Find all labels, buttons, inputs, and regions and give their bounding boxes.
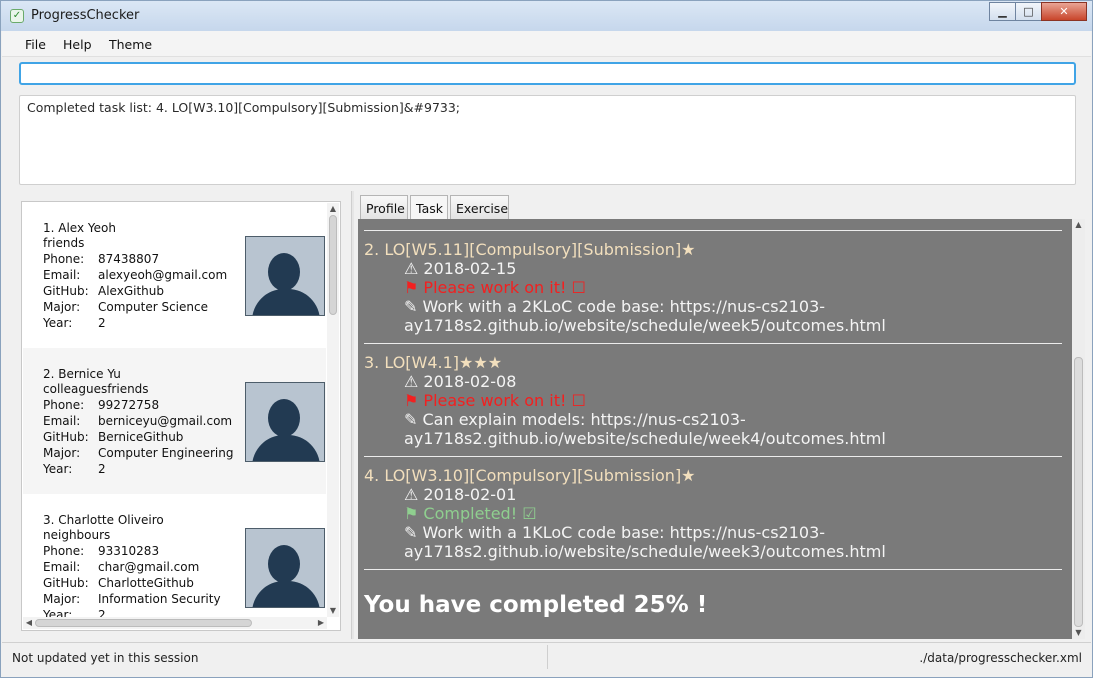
major-label: Major: (43, 300, 81, 314)
window-controls: ▁ □ ✕ (989, 2, 1087, 21)
email-value: berniceyu@gmail.com (98, 414, 233, 428)
major-value: Information Security (98, 592, 221, 606)
github-label: GitHub: (43, 430, 89, 444)
task-date: ⚠ 2018-02-01 (404, 485, 517, 504)
task-panel[interactable]: 2. LO[W5.11][Compulsory][Submission]★ ⚠ … (358, 219, 1085, 639)
person-card[interactable]: 2. Bernice Yu colleaguesfriends Phone: 9… (23, 348, 326, 494)
github-label: GitHub: (43, 284, 89, 298)
github-value: AlexGithub (98, 284, 164, 298)
github-value: CharlotteGithub (98, 576, 194, 590)
pane-divider[interactable] (351, 191, 354, 639)
task-description-continued: ay1718s2.github.io/website/schedule/week… (404, 316, 886, 335)
person-name: 3. Charlotte Oliveiro (43, 513, 164, 527)
github-value: BerniceGithub (98, 430, 184, 444)
scroll-right-icon[interactable]: ▶ (315, 617, 327, 629)
scroll-up-icon[interactable]: ▲ (1072, 219, 1085, 231)
maximize-button[interactable]: □ (1015, 2, 1042, 21)
task-status: ⚑ Completed! ☑ (404, 504, 537, 523)
phone-value: 87438807 (98, 252, 160, 266)
menu-file[interactable]: File (25, 37, 46, 52)
divider (364, 343, 1062, 344)
task-title: 3. LO[W4.1]★★★ (364, 353, 503, 372)
tab-profile[interactable]: Profile (360, 195, 408, 219)
scroll-up-icon[interactable]: ▲ (327, 203, 339, 215)
tab-exercise[interactable]: Exercise (450, 195, 509, 219)
year-label: Year: (43, 316, 73, 330)
github-label: GitHub: (43, 576, 89, 590)
result-text: Completed task list: 4. LO[W3.10][Compul… (27, 100, 461, 115)
close-button[interactable]: ✕ (1041, 2, 1087, 21)
task-description: ✎ Can explain models: https://nus-cs2103… (404, 410, 746, 429)
status-separator (547, 645, 548, 669)
person-list-horizontal-scrollbar[interactable]: ◀ ▶ (23, 617, 327, 629)
major-value: Computer Engineering (98, 446, 234, 460)
menu-theme[interactable]: Theme (109, 37, 152, 52)
scroll-thumb[interactable] (1074, 357, 1083, 627)
app-check-icon: ✓ (10, 9, 24, 23)
major-value: Computer Science (98, 300, 208, 314)
scroll-down-icon[interactable]: ▼ (327, 605, 339, 617)
command-input[interactable] (19, 62, 1076, 85)
avatar (245, 528, 325, 608)
phone-value: 93310283 (98, 544, 160, 558)
avatar (245, 382, 325, 462)
phone-value: 99272758 (98, 398, 160, 412)
person-list[interactable]: 1. Alex Yeoh friends Phone: 87438807 Ema… (21, 201, 341, 631)
person-tags: neighbours (43, 528, 111, 542)
divider (364, 230, 1062, 231)
tab-task[interactable]: Task (410, 195, 448, 219)
scroll-thumb[interactable] (35, 619, 252, 627)
save-location: ./data/progresschecker.xml (919, 651, 1082, 665)
sync-status: Not updated yet in this session (12, 651, 199, 665)
year-value: 2 (98, 462, 106, 476)
app-window: ✓ ProgressChecker ▁ □ ✕ File Help Theme … (0, 0, 1093, 678)
major-label: Major: (43, 446, 81, 460)
phone-label: Phone: (43, 398, 85, 412)
person-name: 2. Bernice Yu (43, 367, 121, 381)
email-label: Email: (43, 268, 81, 282)
year-label: Year: (43, 462, 73, 476)
divider (364, 569, 1062, 570)
email-label: Email: (43, 414, 81, 428)
menu-bar: File Help Theme (2, 31, 1091, 57)
task-description-continued: ay1718s2.github.io/website/schedule/week… (404, 542, 886, 561)
task-title: 4. LO[W3.10][Compulsory][Submission]★ (364, 466, 696, 485)
person-card[interactable]: 3. Charlotte Oliveiro neighbours Phone: … (23, 494, 326, 630)
task-panel-scrollbar[interactable]: ▲ ▼ (1072, 219, 1085, 639)
divider (364, 456, 1062, 457)
split-divider[interactable] (2, 189, 1091, 197)
task-description-continued: ay1718s2.github.io/website/schedule/week… (404, 429, 886, 448)
person-tags: colleaguesfriends (43, 382, 149, 396)
task-description: ✎ Work with a 2KLoC code base: https://n… (404, 297, 826, 316)
person-list-vertical-scrollbar[interactable]: ▲ ▼ (327, 203, 339, 617)
task-date: ⚠ 2018-02-08 (404, 372, 517, 391)
title-bar: ✓ ProgressChecker ▁ □ ✕ (1, 1, 1092, 31)
task-status: ⚑ Please work on it! ☐ (404, 391, 586, 410)
status-bar: Not updated yet in this session ./data/p… (2, 642, 1091, 676)
progress-summary: You have completed 25% ! (364, 592, 708, 618)
phone-label: Phone: (43, 252, 85, 266)
menu-help[interactable]: Help (63, 37, 92, 52)
email-value: alexyeoh@gmail.com (98, 268, 228, 282)
window-title: ProgressChecker (31, 8, 140, 23)
result-display[interactable]: Completed task list: 4. LO[W3.10][Compul… (19, 95, 1076, 185)
person-card[interactable]: 1. Alex Yeoh friends Phone: 87438807 Ema… (23, 202, 326, 348)
task-description: ✎ Work with a 1KLoC code base: https://n… (404, 523, 826, 542)
task-date: ⚠ 2018-02-15 (404, 259, 517, 278)
phone-label: Phone: (43, 544, 85, 558)
task-title: 2. LO[W5.11][Compulsory][Submission]★ (364, 240, 696, 259)
person-name: 1. Alex Yeoh (43, 221, 116, 235)
email-value: char@gmail.com (98, 560, 200, 574)
year-value: 2 (98, 316, 106, 330)
scroll-thumb[interactable] (329, 215, 337, 315)
task-status: ⚑ Please work on it! ☐ (404, 278, 586, 297)
scroll-down-icon[interactable]: ▼ (1072, 627, 1085, 639)
person-tags: friends (43, 236, 85, 250)
major-label: Major: (43, 592, 81, 606)
minimize-button[interactable]: ▁ (989, 2, 1016, 21)
email-label: Email: (43, 560, 81, 574)
scroll-left-icon[interactable]: ◀ (23, 617, 35, 629)
avatar (245, 236, 325, 316)
